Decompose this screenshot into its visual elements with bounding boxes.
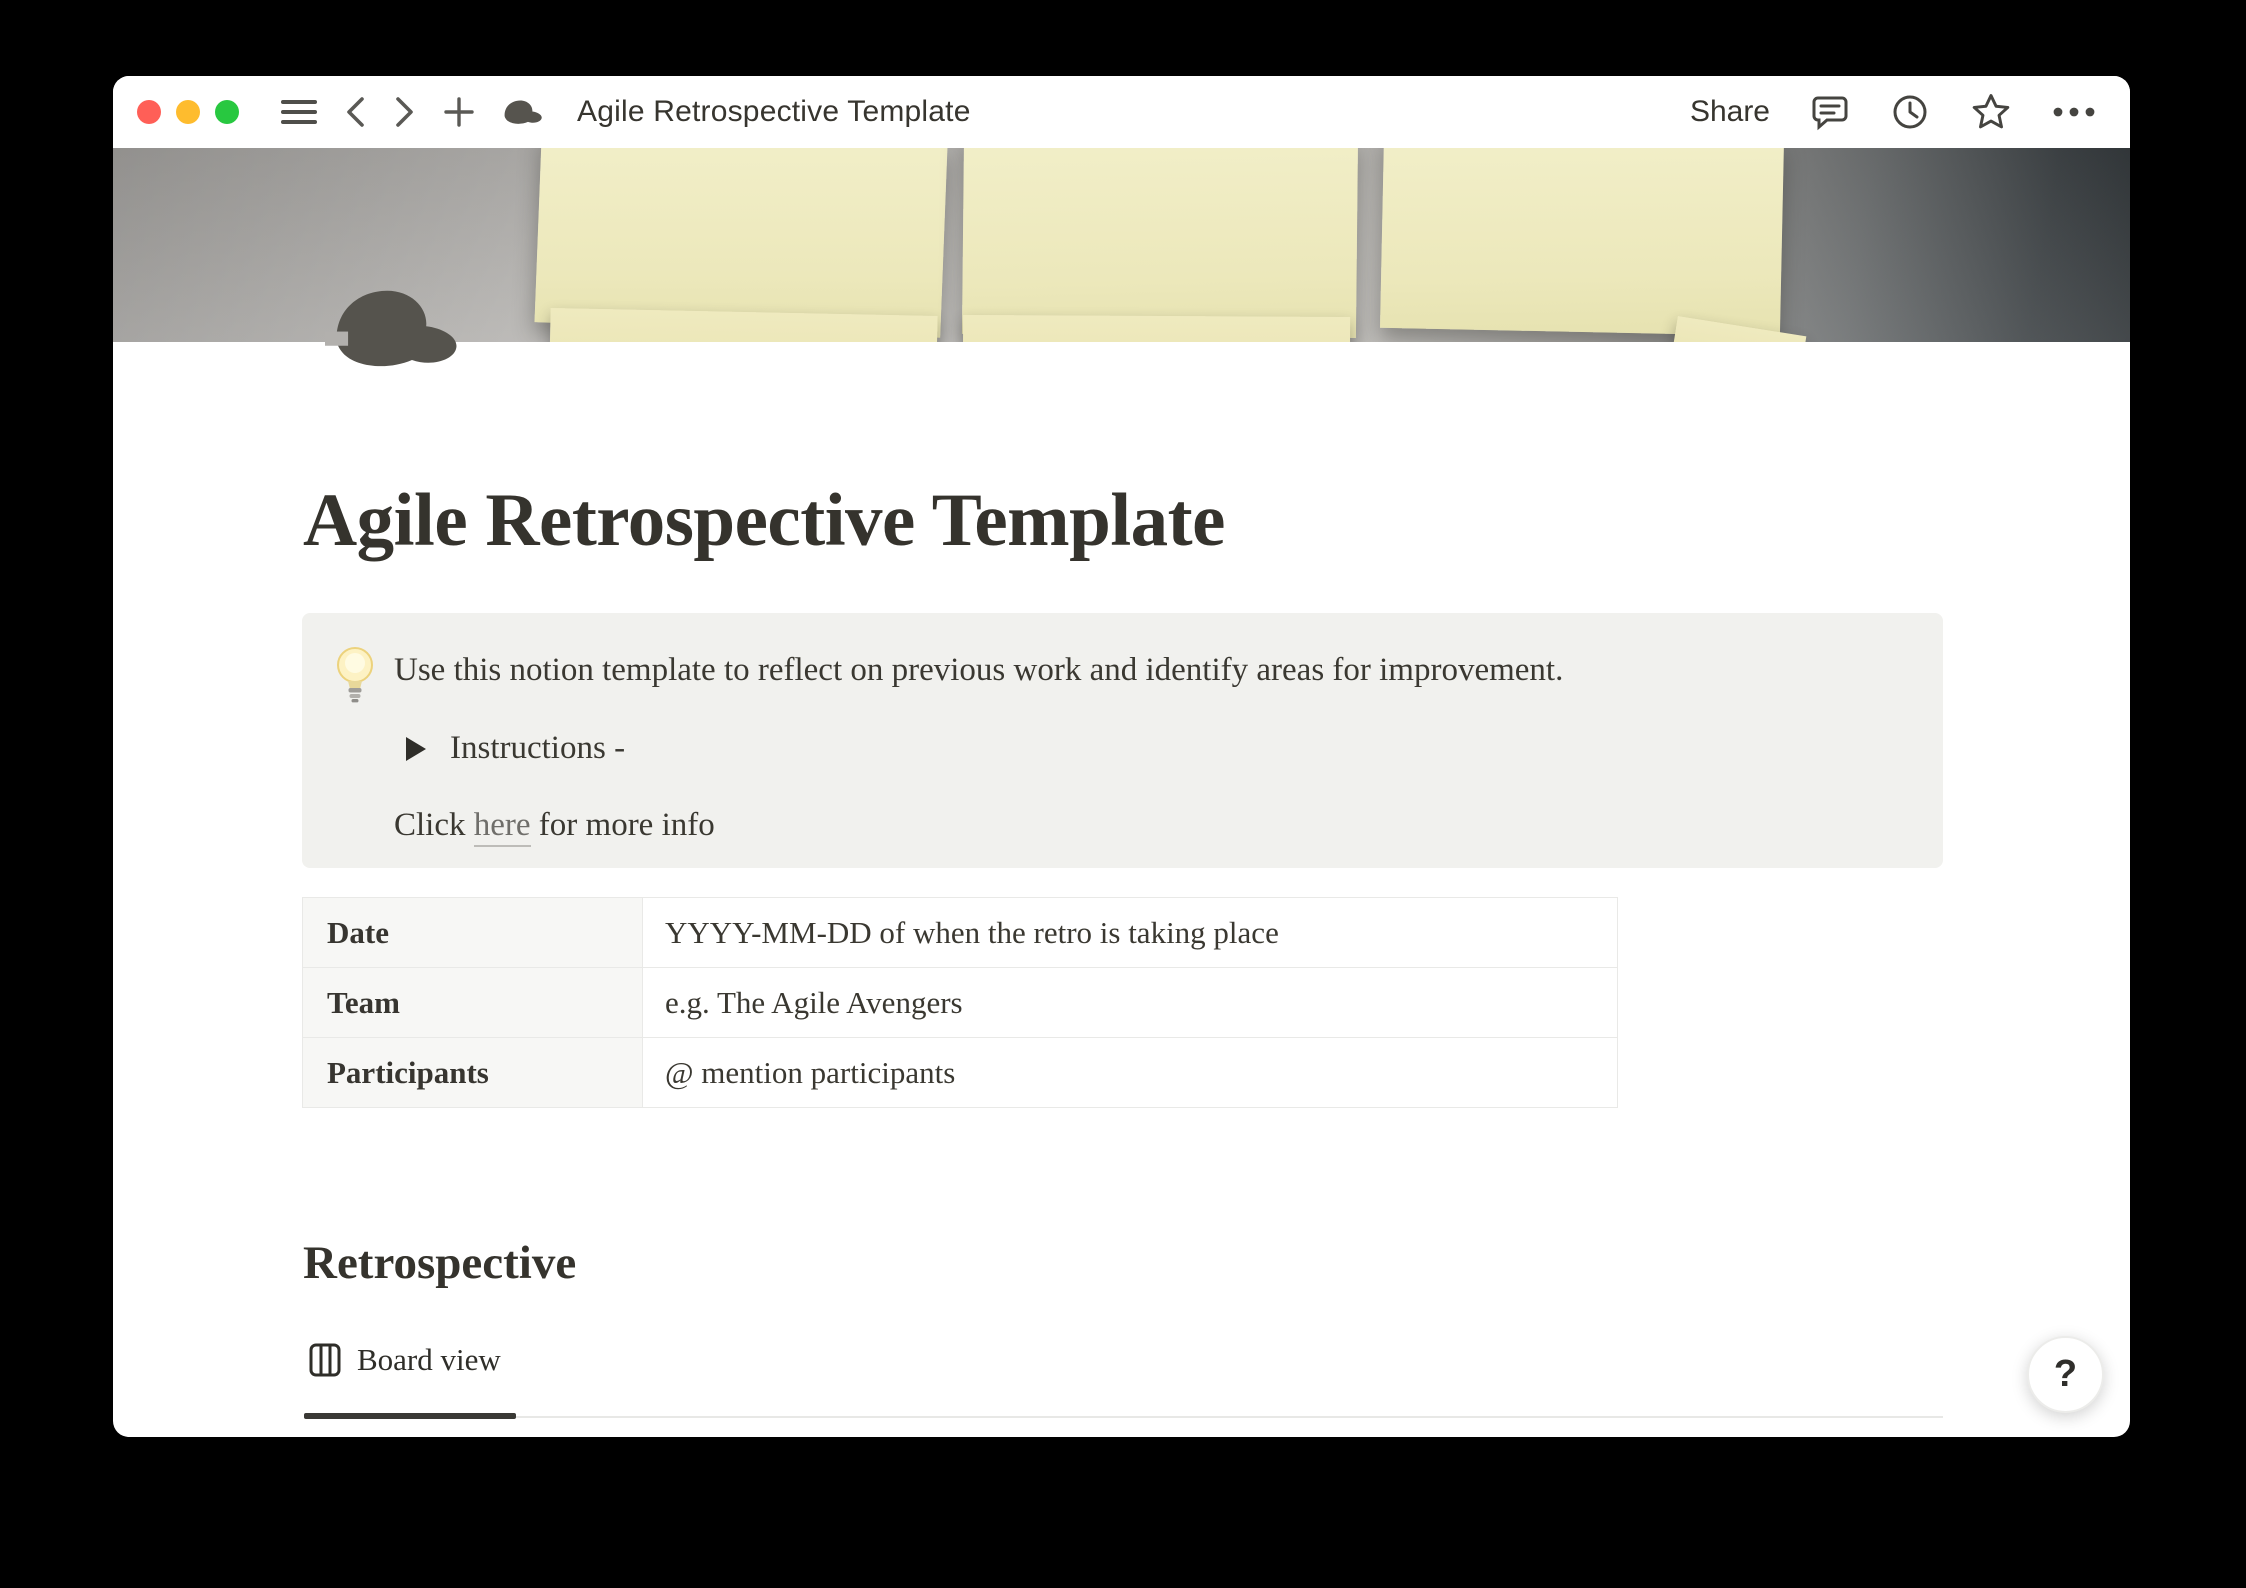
forward-icon[interactable] [393, 95, 417, 129]
link-suffix: for more info [531, 807, 715, 843]
favorite-star-icon[interactable] [1970, 91, 2012, 133]
board-view-label: Board view [357, 1342, 501, 1378]
property-value-team[interactable]: e.g. The Agile Avengers [643, 968, 1617, 1037]
help-button[interactable]: ? [2027, 1336, 2104, 1413]
table-row: Participants @ mention participants [303, 1038, 1617, 1108]
share-button[interactable]: Share [1690, 95, 1770, 129]
sticky-note [962, 148, 1358, 338]
tab-board-view[interactable]: Board view [309, 1342, 501, 1378]
property-value-date[interactable]: YYYY-MM-DD of when the retro is taking p… [643, 898, 1617, 967]
page-cap-icon[interactable] [325, 282, 467, 374]
lightbulb-icon [332, 643, 378, 705]
property-name-participants[interactable]: Participants [303, 1038, 643, 1107]
close-window-button[interactable] [137, 100, 161, 124]
property-name-date[interactable]: Date [303, 898, 643, 967]
sticky-note [1380, 148, 1784, 336]
more-info-line: Click here for more info [394, 807, 1903, 844]
history-clock-icon[interactable] [1890, 92, 1930, 132]
toggle-arrow-icon[interactable] [406, 737, 426, 761]
page-cap-icon-small [501, 97, 545, 127]
sticky-note [963, 315, 1350, 342]
callout-text: Use this notion template to reflect on p… [394, 647, 1903, 695]
link-prefix: Click [394, 807, 474, 843]
callout-block: Use this notion template to reflect on p… [302, 613, 1943, 868]
here-link[interactable]: here [474, 807, 531, 847]
more-options-icon[interactable] [2052, 106, 2096, 118]
table-row: Date YYYY-MM-DD of when the retro is tak… [303, 898, 1617, 968]
properties-table: Date YYYY-MM-DD of when the retro is tak… [302, 897, 1618, 1108]
tabs-divider [304, 1416, 1943, 1418]
sidebar-menu-icon[interactable] [281, 98, 317, 126]
board-view-icon [309, 1343, 341, 1377]
toggle-label: Instructions - [450, 725, 625, 773]
instructions-toggle[interactable]: Instructions - [406, 725, 1903, 773]
titlebar: Agile Retrospective Template Share [113, 76, 2130, 148]
table-row: Team e.g. The Agile Avengers [303, 968, 1617, 1038]
property-value-participants[interactable]: @ mention participants [643, 1038, 1617, 1107]
notion-app-window: Agile Retrospective Template Share [113, 76, 2130, 1437]
back-icon[interactable] [343, 95, 367, 129]
zoom-window-button[interactable] [215, 100, 239, 124]
section-heading: Retrospective [303, 1236, 576, 1290]
property-name-team[interactable]: Team [303, 968, 643, 1037]
active-tab-underline [304, 1413, 516, 1419]
window-title: Agile Retrospective Template [577, 95, 971, 129]
comments-icon[interactable] [1810, 92, 1850, 132]
new-tab-plus-icon[interactable] [443, 96, 475, 128]
minimize-window-button[interactable] [176, 100, 200, 124]
traffic-lights [137, 100, 239, 124]
page-title: Agile Retrospective Template [303, 478, 1943, 564]
